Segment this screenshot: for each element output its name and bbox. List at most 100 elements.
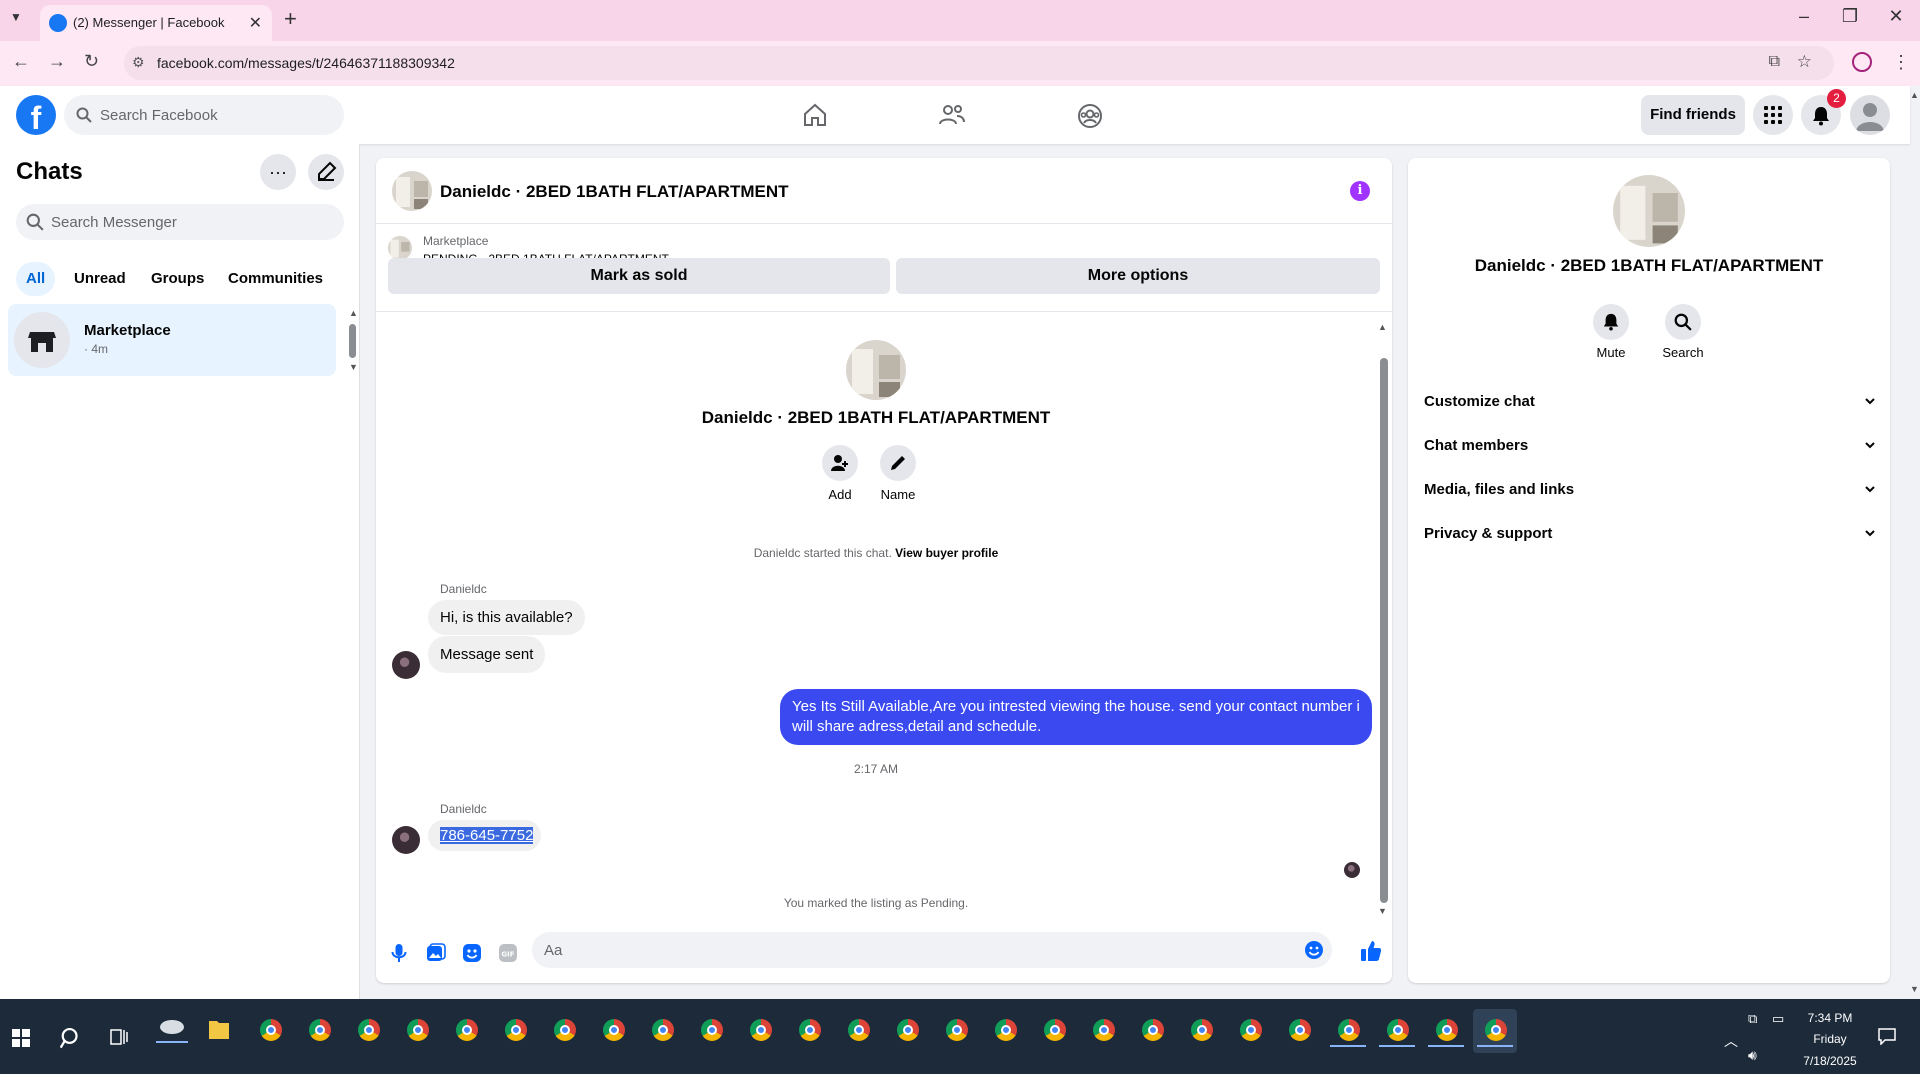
view-buyer-profile-link[interactable]: View buyer profile (895, 546, 998, 560)
chrome-profile-icon[interactable] (1852, 52, 1872, 72)
taskbar-chrome-icon[interactable] (591, 1009, 635, 1053)
add-people-button[interactable] (822, 445, 858, 481)
minimize-icon[interactable]: – (1784, 6, 1824, 27)
taskbar-chrome-icon[interactable] (1130, 1009, 1174, 1053)
listing-thumbnail[interactable] (388, 236, 412, 260)
taskbar-weather-app[interactable] (150, 1009, 194, 1053)
gif-icon[interactable]: GIF (498, 943, 518, 968)
taskbar-chrome-icon-active[interactable] (1473, 1009, 1517, 1053)
taskbar-chrome-icon[interactable] (248, 1009, 292, 1053)
filter-groups[interactable]: Groups (141, 262, 214, 296)
chrome-menu-icon[interactable]: ⋮ (1892, 52, 1910, 73)
groups-icon[interactable] (1077, 103, 1103, 134)
task-view-icon[interactable] (110, 1028, 128, 1051)
facebook-search-input[interactable]: Search Facebook (64, 95, 344, 135)
taskbar-chrome-icon[interactable] (934, 1009, 978, 1053)
page-scroll-up-icon[interactable]: ▲ (1910, 90, 1919, 100)
filter-communities[interactable]: Communities (218, 262, 333, 296)
page-scroll-down-icon[interactable]: ▼ (1910, 984, 1919, 994)
restore-icon[interactable]: ❐ (1830, 6, 1870, 27)
sender-avatar[interactable] (392, 826, 420, 854)
reload-icon[interactable]: ↻ (84, 51, 99, 72)
taskbar-chrome-icon[interactable] (1424, 1009, 1468, 1053)
conversation-scrollbar[interactable] (1380, 358, 1388, 903)
photo-icon[interactable] (426, 943, 446, 968)
install-app-icon[interactable]: ⧉ (1769, 53, 1780, 71)
home-icon[interactable] (802, 103, 828, 132)
emoji-icon[interactable] (1304, 940, 1324, 965)
tray-overflow-chevron-icon[interactable]: ︿ (1724, 1031, 1738, 1051)
taskbar-file-explorer-icon[interactable] (197, 1009, 241, 1053)
search-in-chat-button[interactable] (1665, 304, 1701, 340)
new-tab-icon[interactable]: + (284, 6, 297, 32)
forward-icon[interactable]: → (48, 51, 66, 72)
windows-start-icon[interactable] (12, 1029, 30, 1052)
sidebar-scroll-down-icon[interactable]: ▼ (349, 362, 358, 372)
sticker-icon[interactable] (462, 943, 482, 968)
sender-avatar[interactable] (392, 651, 420, 679)
new-message-icon[interactable] (308, 154, 344, 190)
clock-time[interactable]: 7:34 PM (1800, 1011, 1860, 1025)
message-bubble[interactable]: 786-645-7752 (428, 820, 542, 851)
taskbar-chrome-icon[interactable] (640, 1009, 684, 1053)
taskbar-chrome-icon[interactable] (836, 1009, 880, 1053)
chat-list-item[interactable]: Marketplace · 4m (8, 304, 336, 376)
message-bubble[interactable]: Hi, is this available? (428, 600, 585, 635)
more-options-button[interactable]: More options (896, 258, 1380, 294)
address-bar[interactable]: ⚙ facebook.com/messages/t/24646371188309… (124, 46, 1834, 80)
bookmark-star-icon[interactable]: ☆ (1797, 52, 1812, 72)
tray-volume-icon[interactable]: 🔊︎ (1748, 1047, 1757, 1064)
mark-as-sold-button[interactable]: Mark as sold (388, 258, 890, 294)
customize-chat-section[interactable]: Customize chat (1424, 380, 1876, 424)
account-avatar[interactable] (1850, 95, 1890, 135)
conversation-avatar[interactable] (392, 171, 432, 211)
browser-tab-active[interactable]: (2) Messenger | Facebook ✕ (40, 5, 272, 41)
taskbar-chrome-icon[interactable] (1375, 1009, 1419, 1053)
notification-center-icon[interactable] (1878, 1027, 1896, 1050)
mute-button[interactable] (1593, 304, 1629, 340)
taskbar-chrome-icon[interactable] (1179, 1009, 1223, 1053)
taskbar-chrome-icon[interactable] (1081, 1009, 1125, 1053)
tab-search-chevron-icon[interactable]: ▼ (10, 10, 22, 24)
filter-all[interactable]: All (16, 262, 56, 296)
site-info-icon[interactable]: ⚙ (132, 54, 145, 71)
phone-number-text[interactable]: 786-645-7752 (440, 827, 534, 844)
taskbar-chrome-icon[interactable] (1228, 1009, 1272, 1053)
tray-network-icon[interactable]: ▭ (1772, 1011, 1784, 1027)
microphone-icon[interactable] (390, 943, 408, 968)
taskbar-chrome-icon[interactable] (297, 1009, 341, 1053)
tray-device-icon[interactable]: ⧉ (1748, 1011, 1757, 1027)
media-files-links-section[interactable]: Media, files and links (1424, 468, 1876, 512)
convo-scroll-down-icon[interactable]: ▼ (1378, 906, 1387, 916)
taskbar-chrome-icon[interactable] (1032, 1009, 1076, 1053)
taskbar-chrome-icon[interactable] (983, 1009, 1027, 1053)
friends-icon[interactable] (938, 103, 966, 132)
taskbar-chrome-icon[interactable] (346, 1009, 390, 1053)
menu-button[interactable] (1753, 95, 1793, 135)
taskbar-chrome-icon[interactable] (885, 1009, 929, 1053)
taskbar-chrome-icon[interactable] (1326, 1009, 1370, 1053)
sidebar-scrollbar[interactable] (349, 324, 356, 358)
window-close-icon[interactable]: ✕ (1876, 6, 1916, 27)
intro-avatar[interactable] (846, 340, 906, 400)
find-friends-button[interactable]: Find friends (1641, 95, 1745, 135)
conversation-info-icon[interactable]: i (1350, 181, 1370, 201)
thumbs-up-icon[interactable] (1360, 940, 1382, 967)
taskbar-search-icon[interactable] (59, 1027, 82, 1054)
taskbar-chrome-icon[interactable] (689, 1009, 733, 1053)
taskbar-chrome-icon[interactable] (444, 1009, 488, 1053)
facebook-logo-icon[interactable]: f (16, 95, 56, 136)
taskbar-chrome-icon[interactable] (1277, 1009, 1321, 1053)
convo-scroll-up-icon[interactable]: ▲ (1378, 322, 1387, 332)
chat-members-section[interactable]: Chat members (1424, 424, 1876, 468)
taskbar-chrome-icon[interactable] (787, 1009, 831, 1053)
info-avatar[interactable] (1613, 175, 1685, 247)
message-input[interactable]: Aa (532, 932, 1332, 968)
sidebar-scroll-up-icon[interactable]: ▲ (349, 308, 358, 318)
message-bubble[interactable]: Message sent (428, 636, 546, 673)
filter-unread[interactable]: Unread (64, 262, 136, 296)
privacy-support-section[interactable]: Privacy & support (1424, 512, 1876, 556)
taskbar-chrome-icon[interactable] (738, 1009, 782, 1053)
taskbar-chrome-icon[interactable] (542, 1009, 586, 1053)
taskbar-chrome-icon[interactable] (493, 1009, 537, 1053)
